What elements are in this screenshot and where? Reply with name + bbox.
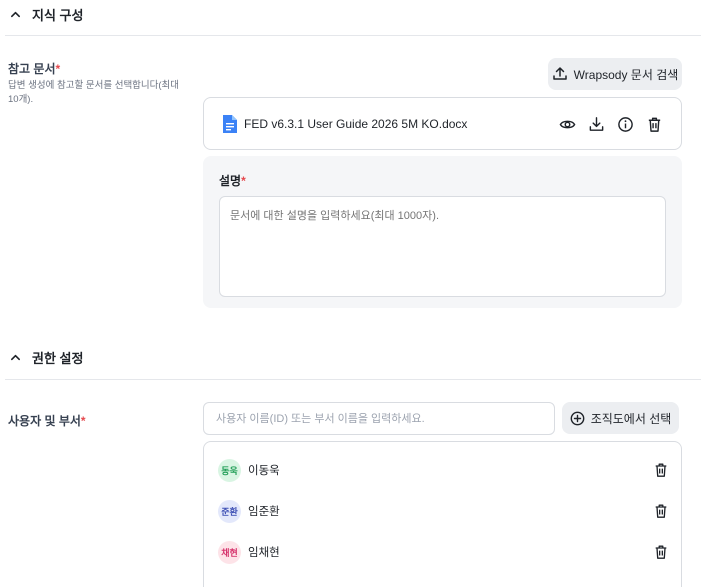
download-icon[interactable] xyxy=(588,116,605,133)
wrapsody-search-label: Wrapsody 문서 검색 xyxy=(573,67,679,82)
permission-section-title: 권한 설정 xyxy=(32,350,84,366)
trash-icon[interactable] xyxy=(652,462,669,479)
file-name: FED v6.3.1 User Guide 2026 5M KO.docx xyxy=(244,116,468,131)
description-label: 설명* xyxy=(219,174,246,188)
avatar: 준환 xyxy=(218,499,241,523)
knowledge-section-header[interactable]: 지식 구성 xyxy=(0,6,701,23)
chevron-up-icon[interactable] xyxy=(8,350,22,364)
list-item: 준환 임준환 xyxy=(218,498,669,524)
reference-docs-help: 답변 생성에 참고할 문서를 선택합니다(최대 10개). xyxy=(8,80,180,105)
info-icon[interactable] xyxy=(617,116,634,133)
file-card: FED v6.3.1 User Guide 2026 5M KO.docx xyxy=(203,97,682,150)
org-chart-button[interactable]: 조직도에서 선택 xyxy=(562,402,679,434)
reference-docs-label: 참고 문서* xyxy=(8,62,61,76)
file-actions xyxy=(559,98,663,151)
permission-section-header[interactable]: 권한 설정 xyxy=(0,349,701,366)
upload-icon xyxy=(552,67,567,80)
plus-circle-icon xyxy=(570,411,585,425)
wrapsody-search-button[interactable]: Wrapsody 문서 검색 xyxy=(548,58,682,90)
section-divider xyxy=(5,35,701,36)
eye-icon[interactable] xyxy=(559,116,576,133)
avatar: 채현 xyxy=(218,540,241,564)
knowledge-section-title: 지식 구성 xyxy=(32,7,84,23)
trash-icon[interactable] xyxy=(652,544,669,561)
user-name: 임준환 xyxy=(248,506,280,518)
org-chart-label: 조직도에서 선택 xyxy=(590,411,672,426)
user-search-input[interactable] xyxy=(203,402,555,435)
user-name: 이동욱 xyxy=(248,465,280,477)
users-label: 사용자 및 부서* xyxy=(8,414,86,428)
document-icon xyxy=(222,114,238,134)
list-item: 채현 임채현 xyxy=(218,539,669,565)
trash-icon[interactable] xyxy=(646,116,663,133)
avatar: 동욱 xyxy=(218,458,241,482)
chevron-up-icon[interactable] xyxy=(8,7,22,21)
section-divider xyxy=(5,379,701,380)
list-item: 동욱 이동욱 xyxy=(218,457,669,483)
user-list: 동욱 이동욱 준환 임준환 채현 임채현 xyxy=(203,441,682,587)
description-textarea[interactable] xyxy=(219,196,666,297)
user-name: 임채현 xyxy=(248,547,280,559)
trash-icon[interactable] xyxy=(652,503,669,520)
description-panel: 설명* xyxy=(203,156,682,308)
